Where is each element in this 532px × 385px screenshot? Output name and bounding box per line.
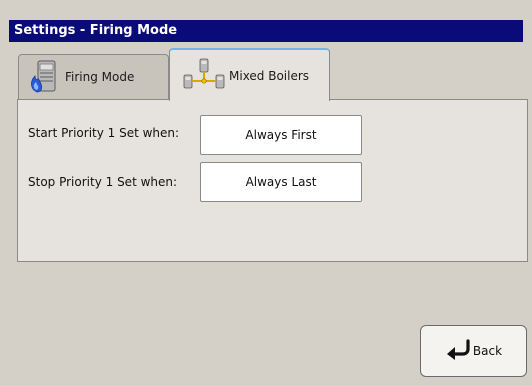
tab-firing-mode[interactable]: Firing Mode [18,54,169,99]
mixed-boilers-icon [181,57,227,94]
back-button[interactable]: Back [420,325,527,377]
start-priority-button[interactable]: Always First [200,115,362,155]
start-priority-label: Start Priority 1 Set when: [28,126,180,140]
settings-screen: Settings - Firing Mode Firing Mode Mixed… [0,0,532,385]
back-button-label: Back [472,344,503,358]
stop-priority-button[interactable]: Always Last [200,162,362,202]
tab-mixed-boilers[interactable]: Mixed Boilers [169,48,330,101]
back-arrow-icon [445,338,471,364]
tab-mixed-boilers-label: Mixed Boilers [229,68,310,83]
stop-priority-label: Stop Priority 1 Set when: [28,175,178,189]
window-title: Settings - Firing Mode [9,20,523,42]
tab-firing-mode-label: Firing Mode [65,70,135,84]
boiler-flame-icon [29,59,59,96]
